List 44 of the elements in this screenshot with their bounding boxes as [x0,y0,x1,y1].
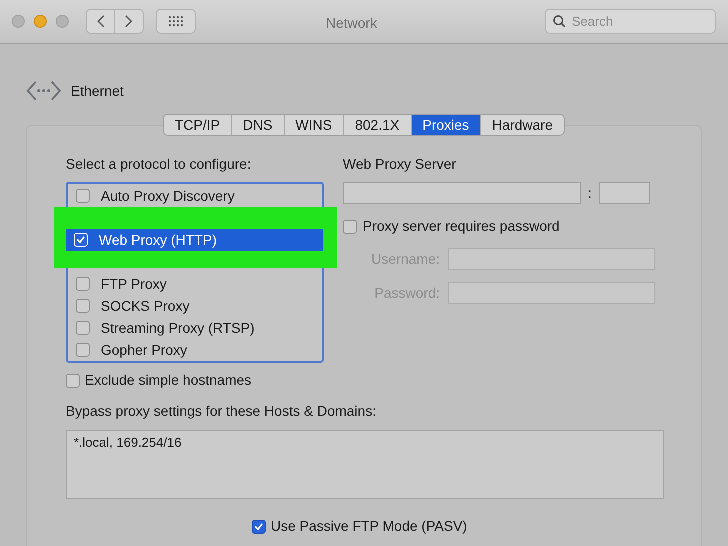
checkbox-label: Proxy server requires password [363,217,560,236]
checkbox[interactable] [76,299,90,313]
checkbox[interactable] [343,220,357,234]
close-button[interactable] [12,15,25,28]
checkbox-label: Use Passive FTP Mode (PASV) [271,517,468,536]
checkbox[interactable] [252,520,266,534]
chevron-left-icon [96,15,104,28]
protocol-item[interactable]: Streaming Proxy (RTSP) [68,317,322,339]
tab[interactable]: DNS [231,115,284,135]
checkbox[interactable] [76,277,90,291]
section-label: Select a protocol to configure: [66,155,252,174]
tab[interactable]: WINS [284,115,344,135]
grid-icon [168,16,184,27]
bypass-field[interactable]: *.local, 169.254/16 [66,430,664,499]
section-label: Bypass proxy settings for these Hosts & Domains: [66,402,378,421]
checkbox[interactable] [76,321,90,335]
tab[interactable]: Proxies [410,115,480,135]
protocol-item[interactable]: Gopher Proxy [68,339,322,361]
port-separator: : [588,184,592,202]
ethernet-icon [26,80,62,102]
checkbox[interactable] [66,374,80,388]
search-field[interactable]: Search [545,9,716,34]
window-title: Network [326,14,378,33]
minimize-button[interactable] [34,15,47,28]
check-icon [254,522,264,532]
port-field[interactable] [598,182,650,204]
checkbox[interactable] [76,343,90,357]
protocol-item[interactable]: Auto Proxy Discovery [68,185,322,207]
search-icon [553,15,566,28]
forward-button[interactable] [115,9,144,34]
chevron-right-icon [125,15,133,28]
tab[interactable]: TCP/IP [164,115,232,135]
checkbox-label: Exclude simple hostnames [85,371,252,390]
protocol-item[interactable]: SOCKS Proxy [68,295,322,317]
interface-name: Ethernet [71,82,124,100]
check-icon [76,235,86,245]
protocol-item[interactable]: Web Proxy (HTTP) [66,229,323,251]
grid-button[interactable] [156,9,196,34]
zoom-button[interactable] [56,15,69,28]
server-field[interactable] [343,182,581,204]
section-label: Web Proxy Server [343,155,458,174]
checkbox[interactable] [76,189,90,203]
back-button[interactable] [86,9,115,34]
protocol-item[interactable]: FTP Proxy [68,273,322,295]
